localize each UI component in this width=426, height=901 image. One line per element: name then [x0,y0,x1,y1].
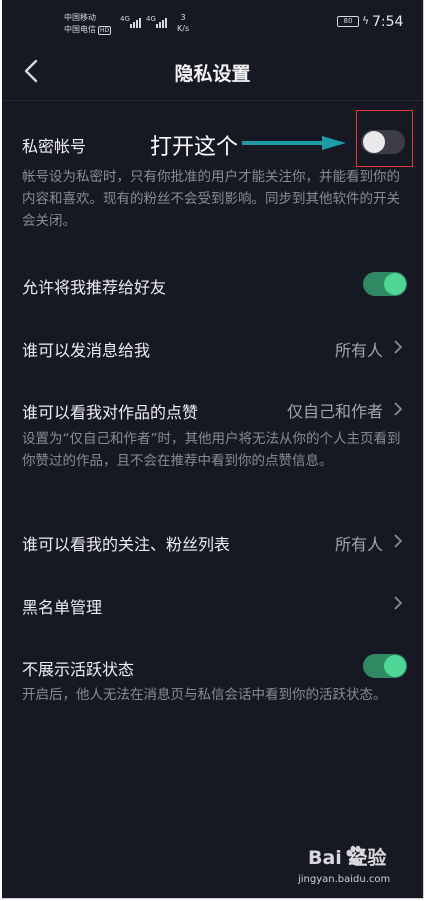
hd-badge: HD [98,26,112,35]
header: 隐私设置 [2,46,423,100]
message-value: 所有人 [334,341,383,360]
network-speed: 3 K/s [177,12,189,34]
recommend-label: 允许将我推荐给好友 [22,278,167,297]
speed-value: 3 [180,13,186,22]
blacklist-label: 黑名单管理 [22,598,103,617]
baidu-watermark: Bai 经验 jingyan.baidu.com [298,843,418,893]
activity-description: 开启后，他人无法在消息页与私信会话中看到你的活跃状态。 [22,687,387,703]
toggle-knob [384,273,406,295]
activity-label: 不展示活跃状态 [22,660,135,679]
recommend-toggle[interactable] [363,272,407,296]
paw-logo-icon [346,845,365,865]
watermark-url: jingyan.baidu.com [298,874,391,885]
carrier-2: 中国电信 [64,25,96,34]
signal-icon [130,14,141,28]
activity-toggle[interactable] [363,654,407,678]
highlight-box [356,110,413,167]
chevron-right-icon [394,340,403,354]
likes-value: 仅自己和作者 [286,402,383,421]
status-bar: 中国移动 中国电信 HD 4G 4G 3 K/s 80 ϟ 7:54 [2,0,423,46]
signal-icon-2 [156,14,167,28]
message-label: 谁可以发消息给我 [22,341,151,360]
annotation-arrow-icon [242,136,346,150]
battery-level: 80 [343,17,353,25]
charging-icon: ϟ [362,14,370,27]
likes-label: 谁可以看我对作品的点赞 [22,403,199,422]
speed-unit: K/s [177,24,190,33]
private-account-label: 私密帐号 [22,137,87,156]
chevron-right-icon [394,402,403,416]
follow-list-label: 谁可以看我的关注、粉丝列表 [22,535,231,554]
carrier-info: 中国移动 中国电信 HD [64,12,112,36]
battery-icon: 80 [337,16,359,27]
chevron-right-icon [394,534,403,548]
network-type-2: 4G [146,15,156,23]
carrier-1: 中国移动 [64,13,96,22]
chevron-right-icon [394,596,403,610]
annotation-text: 打开这个 [150,135,239,160]
likes-description: 设置为“仅自己和作者”时，其他用户将无法从你的个人主页看到你赞过的作品，且不会在… [22,431,401,469]
toggle-knob [384,655,406,677]
status-time: 7:54 [372,14,404,30]
phone-screen: 中国移动 中国电信 HD 4G 4G 3 K/s 80 ϟ 7:54 隐私设置 私… [2,0,424,899]
private-account-description: 帐号设为私密时，只有你批准的用户才能关注你，并能看到你的内容和喜欢。现有的粉丝不… [22,169,400,229]
header-divider [2,100,423,101]
network-type-1: 4G [120,15,130,23]
follow-list-value: 所有人 [334,535,383,554]
page-title: 隐私设置 [174,63,251,85]
